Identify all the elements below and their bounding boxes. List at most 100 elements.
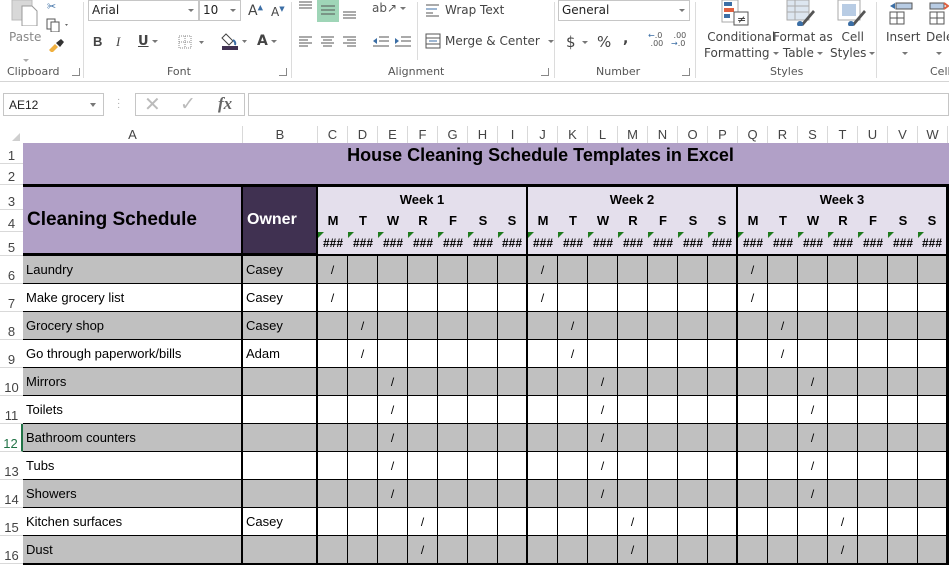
schedule-cell[interactable]: [918, 396, 949, 425]
schedule-cell[interactable]: [708, 424, 739, 453]
schedule-cell[interactable]: [678, 452, 709, 481]
schedule-cell[interactable]: [498, 312, 529, 341]
owner-cell[interactable]: [243, 536, 319, 565]
day-header[interactable]: R: [828, 210, 859, 233]
column-header-s[interactable]: S: [798, 126, 828, 143]
paste-button[interactable]: Paste: [9, 30, 41, 44]
schedule-cell[interactable]: [378, 340, 409, 369]
schedule-cell[interactable]: [678, 368, 709, 397]
schedule-cell[interactable]: [348, 368, 379, 397]
schedule-cell[interactable]: [348, 508, 379, 537]
schedule-cell[interactable]: [498, 284, 529, 313]
schedule-cell[interactable]: [318, 480, 349, 509]
schedule-mark[interactable]: /: [378, 424, 409, 453]
schedule-cell[interactable]: [888, 480, 919, 509]
schedule-cell[interactable]: [738, 396, 769, 425]
schedule-cell[interactable]: [558, 368, 589, 397]
schedule-cell[interactable]: [918, 340, 949, 369]
column-header-o[interactable]: O: [678, 126, 708, 143]
schedule-cell[interactable]: [348, 424, 379, 453]
task-name-cell[interactable]: Make grocery list: [23, 284, 244, 313]
schedule-cell[interactable]: [648, 256, 679, 285]
schedule-cell[interactable]: [468, 256, 499, 285]
schedule-cell[interactable]: [588, 256, 619, 285]
schedule-cell[interactable]: [708, 284, 739, 313]
schedule-cell[interactable]: [648, 284, 679, 313]
schedule-cell[interactable]: [648, 340, 679, 369]
schedule-cell[interactable]: [768, 396, 799, 425]
column-header-d[interactable]: D: [348, 126, 378, 143]
column-header-t[interactable]: T: [828, 126, 858, 143]
schedule-cell[interactable]: [768, 424, 799, 453]
schedule-cell[interactable]: [918, 256, 949, 285]
schedule-cell[interactable]: [918, 508, 949, 537]
day-header[interactable]: W: [588, 210, 619, 233]
day-header[interactable]: T: [348, 210, 379, 233]
row-header-5[interactable]: 5: [0, 232, 23, 256]
schedule-cell[interactable]: [828, 340, 859, 369]
schedule-cell[interactable]: [708, 256, 739, 285]
schedule-cell[interactable]: [918, 284, 949, 313]
row-header-16[interactable]: 16: [0, 536, 23, 564]
schedule-cell[interactable]: [828, 312, 859, 341]
formula-input[interactable]: [248, 93, 949, 116]
row-header-1[interactable]: 1: [0, 143, 23, 164]
schedule-mark[interactable]: /: [828, 536, 859, 565]
schedule-mark[interactable]: /: [348, 340, 379, 369]
schedule-mark[interactable]: /: [378, 368, 409, 397]
underline-button[interactable]: U: [138, 34, 158, 49]
owner-cell[interactable]: [243, 480, 319, 509]
row-header-3[interactable]: 3: [0, 185, 23, 210]
schedule-cell[interactable]: [498, 368, 529, 397]
schedule-mark[interactable]: /: [378, 480, 409, 509]
schedule-cell[interactable]: [858, 340, 889, 369]
schedule-mark[interactable]: /: [798, 396, 829, 425]
owner-cell[interactable]: [243, 396, 319, 425]
schedule-cell[interactable]: [588, 284, 619, 313]
schedule-cell[interactable]: [498, 340, 529, 369]
day-header[interactable]: F: [858, 210, 889, 233]
date-cell[interactable]: ###: [438, 232, 469, 257]
schedule-mark[interactable]: /: [798, 452, 829, 481]
schedule-cell[interactable]: [318, 368, 349, 397]
align-middle-icon[interactable]: [317, 0, 339, 22]
schedule-cell[interactable]: [918, 368, 949, 397]
owner-cell[interactable]: [243, 452, 319, 481]
row-header-14[interactable]: 14: [0, 480, 23, 508]
schedule-cell[interactable]: [528, 312, 559, 341]
schedule-cell[interactable]: [438, 452, 469, 481]
schedule-cell[interactable]: [768, 452, 799, 481]
schedule-cell[interactable]: [438, 340, 469, 369]
schedule-cell[interactable]: [408, 368, 439, 397]
column-header-w[interactable]: W: [918, 126, 948, 143]
bold-button[interactable]: B: [93, 34, 102, 49]
date-cell[interactable]: ###: [648, 232, 679, 257]
schedule-cell[interactable]: [708, 536, 739, 565]
task-name-cell[interactable]: Grocery shop: [23, 312, 244, 341]
column-header-q[interactable]: Q: [738, 126, 768, 143]
alignment-launcher[interactable]: [541, 68, 549, 76]
task-name-cell[interactable]: Laundry: [23, 256, 244, 285]
schedule-cell[interactable]: [798, 508, 829, 537]
schedule-cell[interactable]: [648, 368, 679, 397]
schedule-cell[interactable]: [408, 396, 439, 425]
schedule-cell[interactable]: [408, 340, 439, 369]
date-cell[interactable]: ###: [498, 232, 529, 257]
schedule-cell[interactable]: [918, 424, 949, 453]
row-header-10[interactable]: 10: [0, 368, 23, 396]
schedule-cell[interactable]: [348, 396, 379, 425]
day-header[interactable]: S: [468, 210, 499, 233]
schedule-cell[interactable]: [678, 340, 709, 369]
schedule-cell[interactable]: [708, 508, 739, 537]
schedule-cell[interactable]: [858, 256, 889, 285]
day-header[interactable]: T: [768, 210, 799, 233]
schedule-mark[interactable]: /: [588, 452, 619, 481]
schedule-cell[interactable]: [888, 368, 919, 397]
merge-center-icon[interactable]: [425, 33, 441, 49]
date-cell[interactable]: ###: [588, 232, 619, 257]
column-header-c[interactable]: C: [318, 126, 348, 143]
cleaning-schedule-header[interactable]: Cleaning Schedule: [23, 184, 244, 256]
increase-decimal-icon[interactable]: ←.0 .00: [648, 32, 663, 48]
schedule-cell[interactable]: [558, 508, 589, 537]
insert-function-icon[interactable]: fx: [218, 94, 232, 114]
